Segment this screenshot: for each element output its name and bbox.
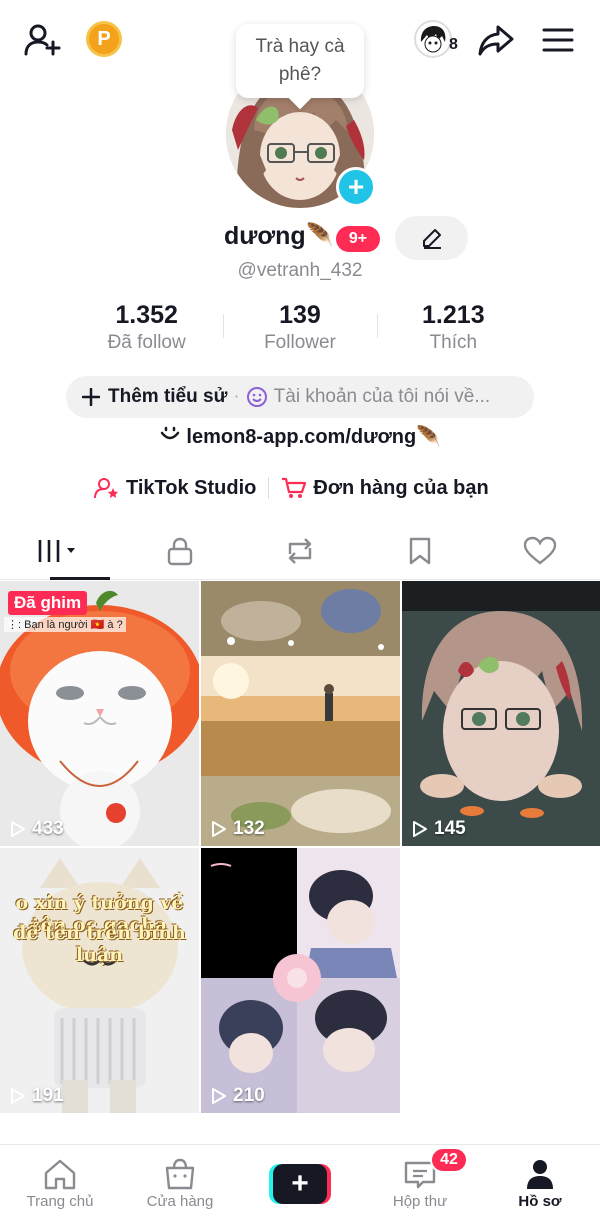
creator-icon [94, 478, 118, 499]
bio-separator: · [233, 386, 240, 407]
view-count: 145 [412, 818, 466, 840]
orders-label: Đơn hàng của bạn [313, 476, 489, 499]
create-button[interactable]: + [269, 1164, 331, 1204]
stat-value: 1.213 [422, 301, 485, 329]
stat-value: 139 [279, 301, 321, 329]
stat-label: Follower [264, 332, 336, 353]
note-bubble[interactable]: Trà hay cà phê? [236, 24, 364, 98]
tab-reposts[interactable] [240, 522, 360, 579]
share-icon[interactable] [476, 20, 516, 60]
edit-profile-button[interactable] [395, 216, 468, 260]
bookmark-icon [409, 537, 431, 564]
action-row: TikTok Studio Đơn hàng của bạn [94, 472, 489, 504]
bio-hint: Tài khoản của tôi nói về... [273, 386, 491, 407]
inbox-badge: 42 [430, 1147, 468, 1173]
nav-create[interactable]: + [240, 1145, 360, 1219]
name-row: dương 🪶 9+ [0, 216, 600, 260]
nav-home[interactable]: Trang chủ [0, 1145, 120, 1219]
nav-inbox[interactable]: 42 Hộp thư [360, 1145, 480, 1219]
view-count-value: 132 [233, 818, 265, 839]
stat-label: Thích [429, 332, 478, 353]
profile-link-text: lemon8-app.com/dương [186, 426, 417, 448]
bottom-nav: Trang chủ Cửa hàng + 42 Hộp thư Hồ sơ [0, 1144, 600, 1219]
display-name: dương [224, 222, 306, 250]
tiktok-studio-label: TikTok Studio [126, 476, 257, 499]
view-count-value: 191 [32, 1085, 64, 1106]
view-count-value: 210 [233, 1085, 265, 1106]
view-count: 132 [211, 818, 265, 840]
stat-label: Đã follow [107, 332, 186, 353]
divider [268, 477, 270, 499]
video-tile[interactable]: 145 [402, 581, 600, 846]
view-count-value: 433 [32, 818, 64, 839]
smile-link-icon [160, 426, 180, 440]
view-count: 433 [10, 818, 64, 840]
username: @vetranh_432 [237, 260, 363, 281]
story-avatar[interactable] [414, 20, 452, 58]
stats-row: 1.352 Đã follow 139 Follower 1.213 Thích [70, 300, 530, 356]
nav-profile[interactable]: Hồ sơ [480, 1145, 600, 1219]
stat-followers[interactable]: 139 Follower [223, 300, 376, 356]
name-decoration: 🪶 [306, 222, 334, 247]
story-count: 8 [449, 36, 458, 53]
video-caption: ⋮: Bạn là người 🇻🇳 à ? [4, 617, 126, 632]
view-count-value: 145 [434, 818, 466, 839]
heart-icon [523, 536, 557, 565]
play-icon [212, 1088, 226, 1104]
overlay-text: để tên trên bình luận [13, 922, 186, 966]
add-bio-button[interactable]: Thêm tiểu sử · Tài khoản của tôi nói về.… [66, 376, 534, 418]
grid-videos-icon [38, 539, 75, 562]
nav-inbox-label: Hộp thư [392, 1193, 448, 1210]
nav-shop[interactable]: Cửa hàng [120, 1145, 240, 1219]
tab-favorites[interactable] [360, 522, 480, 579]
nav-profile-label: Hồ sơ [518, 1193, 562, 1210]
tab-liked[interactable] [480, 522, 600, 579]
view-count: 210 [211, 1085, 265, 1107]
stat-value: 1.352 [115, 301, 178, 329]
video-tile[interactable]: 132 [201, 581, 400, 846]
menu-icon[interactable] [538, 20, 578, 60]
add-friend-icon[interactable] [22, 20, 62, 60]
play-icon [212, 821, 226, 837]
cart-icon [282, 477, 307, 498]
video-tile[interactable]: o xin ý tưởng về tên oc gacha để tên trê… [0, 848, 199, 1113]
stat-likes[interactable]: 1.213 Thích [376, 300, 530, 356]
video-tile[interactable]: Đã ghim ⋮: Bạn là người 🇻🇳 à ? 433 [0, 581, 199, 846]
view-count: 191 [10, 1085, 64, 1107]
home-icon [44, 1159, 76, 1190]
add-story-button[interactable]: + [336, 167, 376, 207]
coins-icon[interactable]: P [86, 21, 122, 57]
shop-bag-icon [165, 1158, 195, 1190]
link-decoration: 🪶 [416, 426, 442, 448]
pinned-badge: Đã ghim [8, 591, 88, 615]
lock-icon [167, 537, 193, 565]
nav-shop-label: Cửa hàng [146, 1193, 214, 1210]
notification-badge[interactable]: 9+ [336, 226, 380, 252]
add-bio-label: Thêm tiểu sử [108, 386, 228, 407]
plus-icon [82, 388, 100, 406]
nav-home-label: Trang chủ [26, 1193, 94, 1210]
play-icon [11, 1088, 25, 1104]
tiktok-studio-link[interactable]: TikTok Studio [94, 476, 256, 500]
repost-icon [288, 537, 312, 564]
play-icon [11, 821, 25, 837]
tab-videos[interactable] [0, 522, 120, 580]
profile-icon [527, 1160, 553, 1189]
play-icon [413, 821, 427, 837]
plus-icon: + [273, 1164, 327, 1204]
pencil-icon [422, 229, 441, 249]
profile-link[interactable]: lemon8-app.com/dương🪶 [0, 424, 600, 449]
video-tile[interactable]: 210 [201, 848, 400, 1113]
content-tabs [0, 522, 600, 580]
tab-private[interactable] [120, 522, 240, 579]
smile-icon [246, 387, 267, 407]
orders-link[interactable]: Đơn hàng của bạn [281, 476, 489, 500]
stat-following[interactable]: 1.352 Đã follow [70, 300, 223, 356]
